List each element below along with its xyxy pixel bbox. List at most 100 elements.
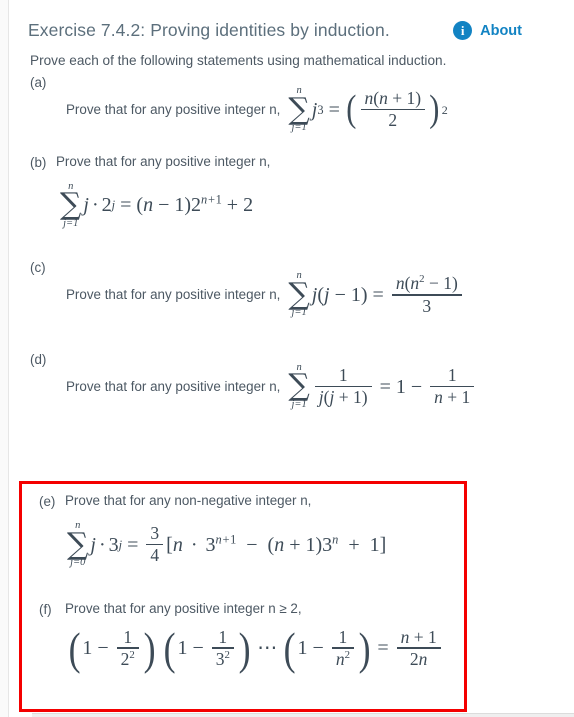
bracket-group: [n · 3n+1 − (n + 1)3n + 1] [166, 532, 387, 556]
about-button[interactable]: i About [453, 21, 556, 40]
fraction-numerator: 1 [218, 626, 228, 647]
part-b-formula: n ∑ j=1 j · 2j = (n − 1)2n+1 + 2 [60, 180, 254, 230]
equals-sign: = [328, 98, 340, 121]
part-c-statement: Prove that for any positive integer n, [66, 287, 281, 303]
fraction-1-over-nsq: 1 n2 [331, 626, 354, 670]
minus-sign: − [410, 375, 423, 398]
fraction: n(n2 − 1) 3 [391, 273, 462, 316]
part-d-body: Prove that for any positive integer n, n… [30, 362, 562, 411]
intro-text: Prove each of the following statements u… [30, 53, 447, 68]
equals-sign: = [372, 283, 384, 306]
part-d-statement: Prove that for any positive integer n, [66, 379, 281, 395]
equals-sign: = [379, 375, 391, 398]
right-paren-2: ) [238, 622, 251, 674]
part-b-statement: Prove that for any positive integer n, [56, 153, 271, 169]
sigma-glyph: ∑ [288, 368, 310, 404]
fraction-three-fourths: 3 4 [146, 523, 164, 566]
sum-lower-limit: j=1 [291, 307, 307, 319]
fraction-denominator: 3 [422, 295, 432, 316]
exercise-content: Exercise 7.4.2: Proving identities by in… [10, 0, 574, 418]
fraction-numerator: n(n2 − 1) [395, 273, 458, 294]
part-f-label: (f) [39, 601, 52, 617]
summation-symbol: n ∑ j=0 [67, 520, 89, 569]
part-e-label: (e) [39, 494, 56, 509]
part-f-formula: ( 1 − 1 22 ) ( 1 − 1 32) ⋯ (1 − 1 n2)… [67, 622, 444, 674]
summation-symbol: n ∑ j=1 [60, 181, 82, 230]
fraction-1-over-3sq: 1 32 [211, 626, 234, 670]
sum-lower-limit: j=1 [63, 217, 79, 229]
fraction-denominator: 2n [409, 648, 428, 669]
part-e-head: (e) Prove that for any non-negative inte… [39, 493, 455, 509]
fraction-rhs: n + 1 2n [396, 626, 441, 670]
ellipsis: ⋯ [257, 637, 278, 660]
part-b-label: (b) [30, 154, 47, 170]
left-paren: ( [346, 88, 357, 131]
equals-sign: = [120, 194, 132, 217]
sigma-glyph: ∑ [60, 187, 82, 223]
fraction-denominator: j(j + 1) [318, 387, 368, 408]
fraction-rhs: 1 n + 1 [430, 364, 475, 408]
sum-lower-limit: j=1 [291, 122, 307, 134]
right-paren-3: ) [358, 622, 371, 674]
page-title: Exercise 7.4.2: Proving identities by in… [28, 20, 390, 40]
part-e: (e) Prove that for any non-negative inte… [19, 481, 467, 577]
fraction-numerator: 3 [150, 523, 160, 544]
rhs-group: (n − 1)2n+1 [136, 192, 222, 217]
plus-sign: + [226, 194, 239, 217]
right-paren-1: ) [143, 622, 156, 674]
sum-lower-limit: j=1 [291, 398, 307, 410]
part-b-mathline: n ∑ j=1 j · 2j = (n − 1)2n+1 + 2 [30, 176, 562, 230]
sigma-glyph: ∑ [67, 526, 89, 562]
left-gutter [0, 0, 9, 717]
fraction-numerator: 1 [338, 364, 348, 385]
part-f: (f) Prove that for any positive integer … [19, 577, 467, 678]
fraction-numerator: n + 1 [400, 626, 437, 647]
minus-sign: − [192, 637, 204, 660]
fraction-denominator: 22 [120, 648, 135, 669]
bottom-toolbar-sliver [32, 713, 574, 717]
part-a-statement: Prove that for any positive integer n, [66, 102, 281, 118]
fraction-numerator: 1 [447, 364, 457, 385]
exercise-header: Exercise 7.4.2: Proving identities by in… [10, 0, 574, 41]
summation-symbol: n ∑ j=1 [288, 271, 309, 319]
const-1: 1 [395, 375, 406, 398]
part-e-statement: Prove that for any non-negative integer … [65, 493, 312, 508]
part-d-formula: n ∑ j=1 1 j(j + 1) = 1 − 1 n + 1 [288, 362, 477, 411]
fraction-denominator: 2 [388, 110, 398, 131]
left-paren-1: ( [68, 622, 81, 674]
part-d: (d) Prove that for any positive integer … [10, 327, 574, 419]
fraction: n(n + 1) 2 [360, 88, 426, 131]
base-2: 2 [101, 194, 112, 217]
fraction-numerator: 1 [338, 626, 348, 647]
right-paren: ) [429, 88, 440, 131]
part-e-formula: n ∑ j=0 j · 3j = 3 4 [n · 3n+1 − (n + 1)… [67, 520, 387, 569]
sum-lower-limit: j=0 [70, 557, 86, 569]
info-circle-icon: i [453, 21, 473, 40]
summation-symbol: n ∑ j=1 [288, 85, 309, 134]
cdot-operator: · [98, 533, 106, 556]
fraction-denominator: n2 [335, 648, 350, 669]
part-a: (a) Prove that for any positive integer … [10, 68, 574, 142]
left-paren-3: ( [283, 622, 296, 674]
fraction-numerator: 1 [123, 626, 133, 647]
fraction-denominator: n + 1 [434, 387, 471, 408]
const-2: 2 [243, 194, 254, 217]
equals-sign: = [377, 637, 389, 660]
part-c-body: Prove that for any positive integer n, n… [30, 271, 562, 319]
base-3: 3 [108, 533, 119, 556]
part-c-formula: n ∑ j=1 j(j − 1) = n(n2 − 1) 3 [288, 271, 464, 319]
about-label: About [480, 22, 522, 39]
part-a-body: Prove that for any positive integer n, n… [30, 85, 562, 134]
const-1: 1 [82, 637, 93, 660]
part-f-statement: Prove that for any positive integer n ≥ … [65, 600, 302, 616]
fraction-denominator: 32 [215, 648, 230, 669]
exercise-page: Exercise 7.4.2: Proving identities by in… [0, 0, 574, 717]
minus-sign: − [97, 637, 109, 660]
summand: j(j − 1) [311, 283, 368, 306]
part-f-head: (f) Prove that for any positive integer … [39, 601, 455, 617]
part-f-mathline: ( 1 − 1 22 ) ( 1 − 1 32) ⋯ (1 − 1 n2)… [39, 622, 455, 674]
left-paren-2: ( [163, 622, 176, 674]
part-b: (b) Prove that for any positive integer … [10, 142, 574, 238]
fraction-numerator: n(n + 1) [364, 88, 422, 109]
const-1: 1 [297, 637, 308, 660]
